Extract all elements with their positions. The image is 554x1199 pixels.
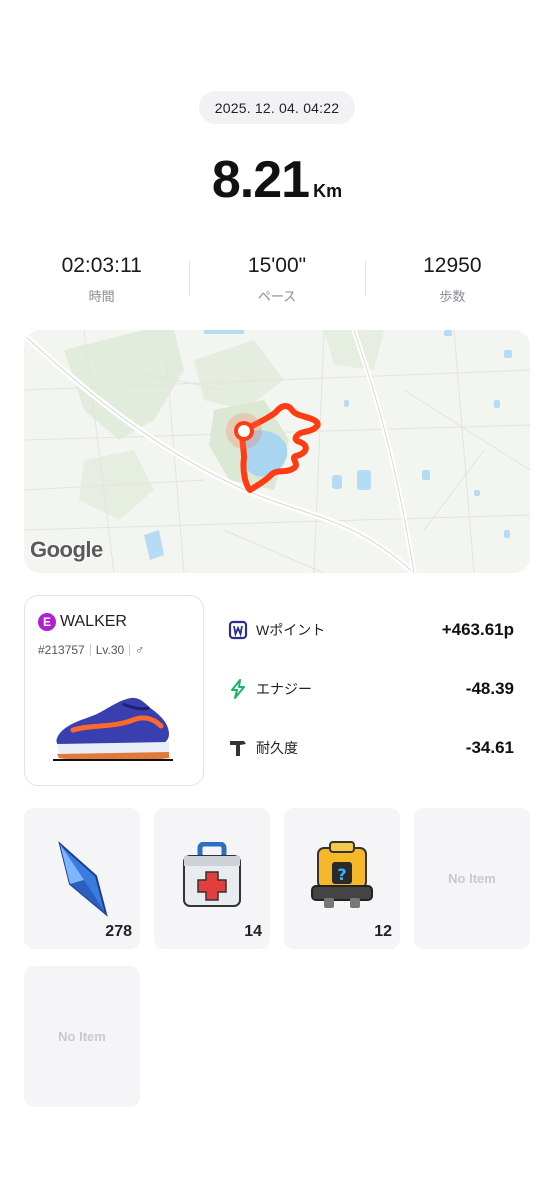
empty-slot-label: No Item (58, 1029, 106, 1044)
sneaker-icon (53, 697, 173, 761)
metric-w-point-value: +463.61p (441, 620, 514, 639)
activity-datetime: 2025. 12. 04. 04:22 (199, 91, 355, 124)
item-count: 14 (244, 923, 262, 940)
stat-time: 02:03:11 時間 (14, 252, 189, 308)
metrics-list: Wポイント +463.61p エナジー -48.39 耐久度 -34.61 (228, 616, 514, 793)
energy-bolt-icon (231, 679, 245, 699)
distance-display: 8.21 Km (0, 150, 554, 210)
svg-text:?: ? (337, 865, 346, 884)
stat-pace-value: 15'00" (247, 254, 307, 277)
walker-gender: ♂ (135, 643, 145, 657)
durability-hammer-icon (230, 741, 246, 756)
walker-type-badge: E (38, 613, 56, 631)
walker-id: #213757 (38, 643, 85, 657)
stat-time-value: 02:03:11 (61, 254, 142, 277)
distance-value: 8.21 (211, 151, 310, 209)
item-slot-first-aid[interactable]: 14 (154, 808, 270, 949)
stats-row: 02:03:11 時間 15'00" ペース 12950 歩数 (14, 252, 540, 308)
distance-unit: Km (313, 181, 343, 201)
stat-pace-label: ペース (257, 289, 297, 304)
walker-level: Lv.30 (95, 643, 125, 657)
item-count: 12 (374, 923, 392, 940)
stat-steps-label: 歩数 (439, 289, 466, 304)
stat-time-label: 時間 (88, 289, 115, 304)
metric-durability-value: -34.61 (465, 738, 514, 757)
divider (89, 644, 91, 656)
metric-durability: 耐久度 -34.61 (228, 734, 514, 762)
walker-meta: #213757 Lv.30 ♂ (38, 643, 144, 657)
metric-energy-label: エナジー (256, 681, 312, 697)
stat-steps: 12950 歩数 (364, 252, 540, 308)
item-slot-mystery-box[interactable]: ? 12 (284, 808, 400, 949)
first-aid-kit-icon (183, 842, 241, 907)
divider (129, 644, 131, 656)
metric-energy-value: -48.39 (465, 679, 514, 698)
google-attribution: Google (30, 537, 103, 562)
stat-steps-value: 12950 (423, 254, 482, 277)
item-slot-empty[interactable]: No Item (414, 808, 530, 949)
mystery-box-icon: ? (311, 841, 373, 908)
metric-energy: エナジー -48.39 (228, 675, 514, 703)
walker-name: WALKER (60, 613, 127, 630)
metric-durability-label: 耐久度 (256, 740, 298, 756)
item-slot-gem[interactable]: 278 (24, 808, 140, 949)
metric-w-point: Wポイント +463.61p (228, 616, 514, 644)
blue-gem-icon (58, 841, 108, 917)
route-map[interactable]: Google (24, 330, 530, 573)
walker-title: E WALKER (38, 613, 127, 631)
stat-pace: 15'00" ペース (189, 252, 364, 308)
w-point-icon (228, 620, 248, 640)
item-count: 278 (105, 923, 132, 940)
item-slot-empty[interactable]: No Item (24, 966, 140, 1107)
metric-w-point-label: Wポイント (256, 622, 326, 638)
empty-slot-label: No Item (448, 871, 496, 886)
walker-card[interactable]: E WALKER #213757 Lv.30 ♂ (24, 595, 204, 786)
